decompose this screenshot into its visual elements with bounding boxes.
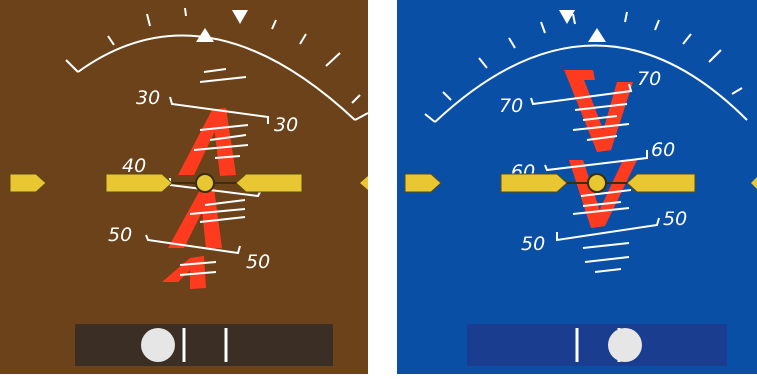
pitch-label-30-right: 30 xyxy=(274,114,298,136)
slip-indicator-rail xyxy=(75,324,333,366)
slip-indicator-rail xyxy=(467,324,727,366)
pitch-label-50-right: 50 xyxy=(663,208,687,230)
attitude-indicator-right: 70 70 60 60 50 50 xyxy=(397,0,757,374)
pitch-label-70: 70 xyxy=(499,95,523,117)
attitude-indicator-left: 30 30 40 50 50 xyxy=(0,0,369,374)
pitch-label-50: 50 xyxy=(108,224,132,246)
pitch-label-50: 50 xyxy=(521,233,545,255)
attitude-display-left: 30 30 40 50 50 xyxy=(0,0,369,379)
pitch-label-70-right: 70 xyxy=(637,68,661,90)
pitch-label-30: 30 xyxy=(136,87,160,109)
sky-background xyxy=(397,0,757,374)
slip-ball-icon xyxy=(608,328,642,362)
attitude-display-right: 70 70 60 60 50 50 xyxy=(397,0,757,379)
pitch-label-60-right: 60 xyxy=(651,139,675,161)
slip-ball-icon xyxy=(141,328,175,362)
pitch-label-50-right: 50 xyxy=(246,251,270,273)
